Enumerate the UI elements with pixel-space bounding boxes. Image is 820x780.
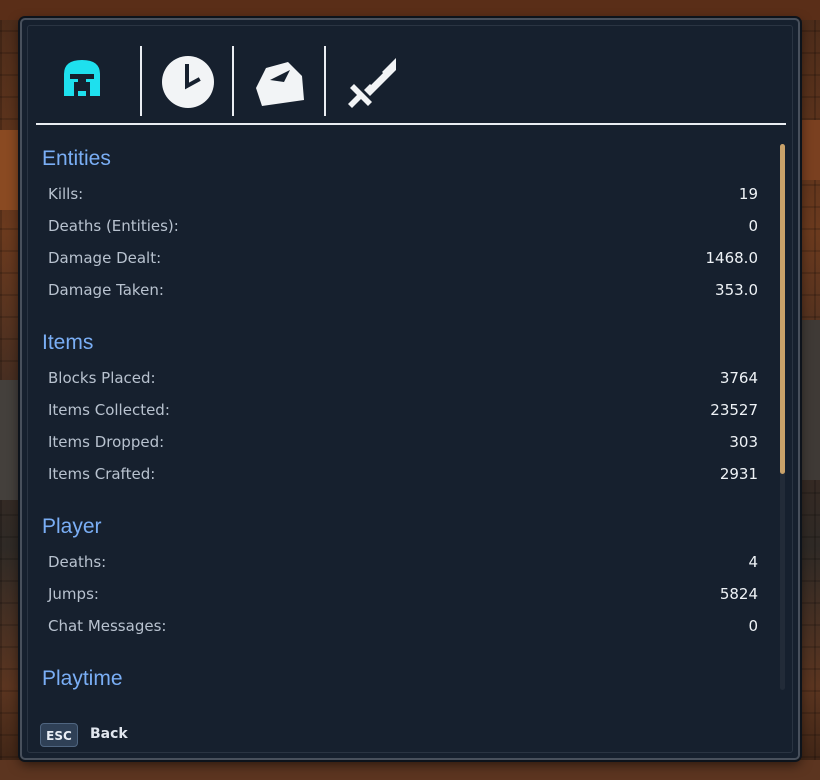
stat-value-blocks-placed: 3764 bbox=[719, 369, 758, 387]
stat-value-chat-messages: 0 bbox=[748, 617, 758, 635]
tab-combat[interactable] bbox=[342, 50, 402, 110]
stat-value-jumps: 5824 bbox=[719, 585, 758, 603]
esc-key-badge[interactable]: ESC bbox=[40, 723, 78, 747]
stat-value-items-collected: 23527 bbox=[710, 401, 758, 419]
stat-value-items-crafted: 2931 bbox=[719, 465, 758, 483]
section-title-entities: Entities bbox=[42, 147, 111, 170]
stat-label-items-collected: Items Collected: bbox=[48, 401, 170, 419]
section-title-items: Items bbox=[42, 331, 94, 354]
stat-label-chat-messages: Chat Messages: bbox=[48, 617, 167, 635]
stat-value-kills: 19 bbox=[738, 185, 758, 203]
stat-label-jumps: Jumps: bbox=[48, 585, 99, 603]
stone-icon bbox=[256, 62, 304, 106]
stat-value-damage-dealt: 1468.0 bbox=[705, 249, 759, 267]
stat-label-damage-dealt: Damage Dealt: bbox=[48, 249, 162, 267]
stat-label-blocks-placed: Blocks Placed: bbox=[48, 369, 156, 387]
stat-label-items-dropped: Items Dropped: bbox=[48, 433, 165, 451]
section-title-playtime: Playtime bbox=[42, 667, 123, 690]
stat-label-damage-taken: Damage Taken: bbox=[48, 281, 164, 299]
statistics-panel: Entities Kills: 19 Deaths (Entities): 0 … bbox=[20, 18, 800, 760]
stat-label-items-crafted: Items Crafted: bbox=[48, 465, 156, 483]
stat-label-deaths-entities: Deaths (Entities): bbox=[48, 217, 179, 235]
tab-bar bbox=[36, 42, 788, 116]
stat-label-kills: Kills: bbox=[48, 185, 84, 203]
stat-value-items-dropped: 303 bbox=[729, 433, 758, 451]
sword-icon bbox=[348, 58, 396, 108]
stat-value-deaths-entities: 0 bbox=[748, 217, 758, 235]
stat-label-deaths: Deaths: bbox=[48, 553, 107, 571]
stat-value-damage-taken: 353.0 bbox=[715, 281, 758, 299]
helmet-icon bbox=[64, 60, 100, 96]
tab-divider bbox=[324, 46, 326, 116]
tab-divider bbox=[232, 46, 234, 116]
stat-value-deaths: 4 bbox=[748, 553, 758, 571]
stats-list[interactable]: Entities Kills: 19 Deaths (Entities): 0 … bbox=[36, 140, 760, 690]
tab-divider bbox=[140, 46, 142, 116]
tab-general[interactable] bbox=[52, 50, 112, 110]
tabs-underline bbox=[36, 123, 786, 125]
tab-blocks[interactable] bbox=[250, 50, 310, 110]
tab-playtime[interactable] bbox=[158, 50, 218, 110]
section-title-player: Player bbox=[42, 515, 102, 538]
back-button[interactable]: Back bbox=[90, 726, 128, 742]
scrollbar-track[interactable] bbox=[780, 144, 785, 690]
clock-icon bbox=[162, 56, 214, 108]
scrollbar-thumb[interactable] bbox=[780, 144, 785, 474]
